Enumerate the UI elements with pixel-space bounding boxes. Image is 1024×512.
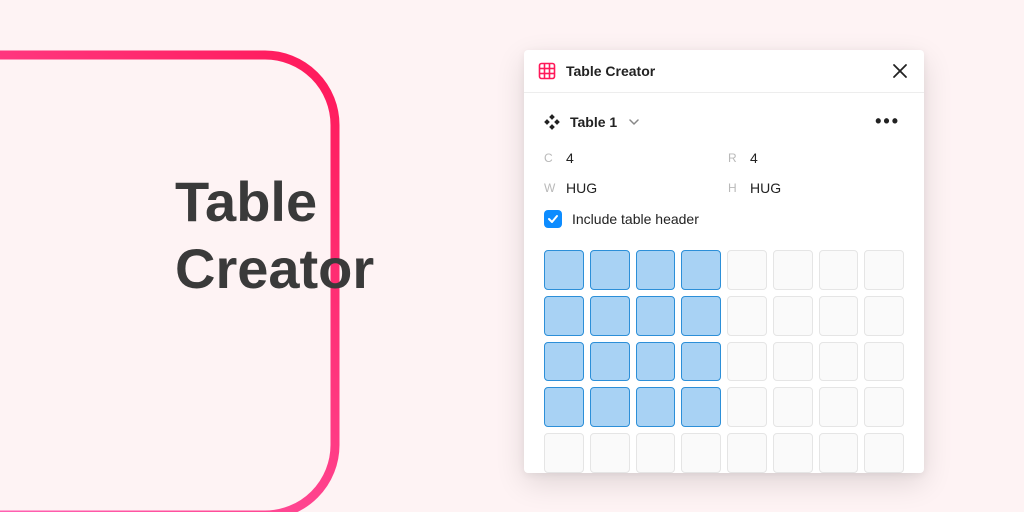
grid-cell[interactable]	[544, 342, 584, 382]
grid-cell[interactable]	[544, 250, 584, 290]
hero-title: Table Creator	[175, 168, 374, 302]
grid-cell[interactable]	[681, 342, 721, 382]
grid-cell[interactable]	[544, 296, 584, 336]
panel-body: Table 1 ••• C 4 R 4 W HUG	[524, 93, 924, 473]
rows-value: 4	[750, 150, 758, 166]
grid-cell[interactable]	[819, 342, 859, 382]
grid-cell[interactable]	[636, 387, 676, 427]
hero-title-line2: Creator	[175, 237, 374, 300]
columns-label: C	[544, 151, 566, 165]
grid-cell[interactable]	[544, 387, 584, 427]
grid-cell[interactable]	[819, 296, 859, 336]
width-field[interactable]: W HUG	[544, 180, 720, 196]
close-icon	[892, 63, 908, 79]
table-icon	[538, 62, 556, 80]
grid-cell[interactable]	[773, 250, 813, 290]
grid-cell[interactable]	[727, 342, 767, 382]
grid-cell[interactable]	[590, 296, 630, 336]
grid-cell[interactable]	[864, 250, 904, 290]
grid-cell[interactable]	[864, 342, 904, 382]
rows-field[interactable]: R 4	[728, 150, 904, 166]
panel-header: Table Creator	[524, 50, 924, 93]
grid-cell[interactable]	[773, 387, 813, 427]
grid-cell[interactable]	[681, 296, 721, 336]
grid-cell[interactable]	[681, 387, 721, 427]
height-value: HUG	[750, 180, 781, 196]
table-name-dropdown[interactable]: Table 1	[570, 114, 617, 130]
grid-cell[interactable]	[727, 387, 767, 427]
grid-cell[interactable]	[636, 296, 676, 336]
grid-cell[interactable]	[544, 433, 584, 473]
include-header-checkbox[interactable]	[544, 210, 562, 228]
grid-cell[interactable]	[590, 250, 630, 290]
grid-cell[interactable]	[864, 433, 904, 473]
grid-cell[interactable]	[636, 342, 676, 382]
close-button[interactable]	[892, 63, 908, 79]
check-icon	[547, 213, 559, 225]
grid-cell[interactable]	[636, 250, 676, 290]
include-header-row: Include table header	[544, 210, 904, 228]
height-label: H	[728, 181, 750, 195]
columns-field[interactable]: C 4	[544, 150, 720, 166]
grid-cell[interactable]	[773, 433, 813, 473]
grid-cell[interactable]	[590, 433, 630, 473]
table-name-row: Table 1 •••	[544, 111, 904, 132]
table-name-label: Table 1	[570, 114, 617, 130]
grid-cell[interactable]	[681, 433, 721, 473]
rows-label: R	[728, 151, 750, 165]
dimension-row-1: C 4 R 4	[544, 150, 904, 166]
grid-cell[interactable]	[590, 387, 630, 427]
include-header-label: Include table header	[572, 211, 699, 227]
width-value: HUG	[566, 180, 597, 196]
grid-cell[interactable]	[727, 296, 767, 336]
grid-cell[interactable]	[819, 387, 859, 427]
plugin-panel: Table Creator	[524, 50, 924, 473]
grid-cell[interactable]	[636, 433, 676, 473]
grid-cell[interactable]	[819, 433, 859, 473]
grid-cell[interactable]	[864, 387, 904, 427]
height-field[interactable]: H HUG	[728, 180, 904, 196]
dimension-row-2: W HUG H HUG	[544, 180, 904, 196]
grid-size-picker[interactable]	[544, 250, 904, 473]
grid-cell[interactable]	[773, 296, 813, 336]
columns-value: 4	[566, 150, 574, 166]
hero-title-line1: Table	[175, 170, 317, 233]
grid-cell[interactable]	[681, 250, 721, 290]
component-icon	[544, 114, 560, 130]
more-button[interactable]: •••	[871, 111, 904, 132]
grid-cell[interactable]	[590, 342, 630, 382]
grid-cell[interactable]	[773, 342, 813, 382]
grid-cell[interactable]	[819, 250, 859, 290]
grid-cell[interactable]	[727, 250, 767, 290]
panel-title: Table Creator	[566, 63, 882, 79]
grid-cell[interactable]	[864, 296, 904, 336]
width-label: W	[544, 181, 566, 195]
grid-cell[interactable]	[727, 433, 767, 473]
chevron-down-icon[interactable]	[629, 117, 639, 127]
